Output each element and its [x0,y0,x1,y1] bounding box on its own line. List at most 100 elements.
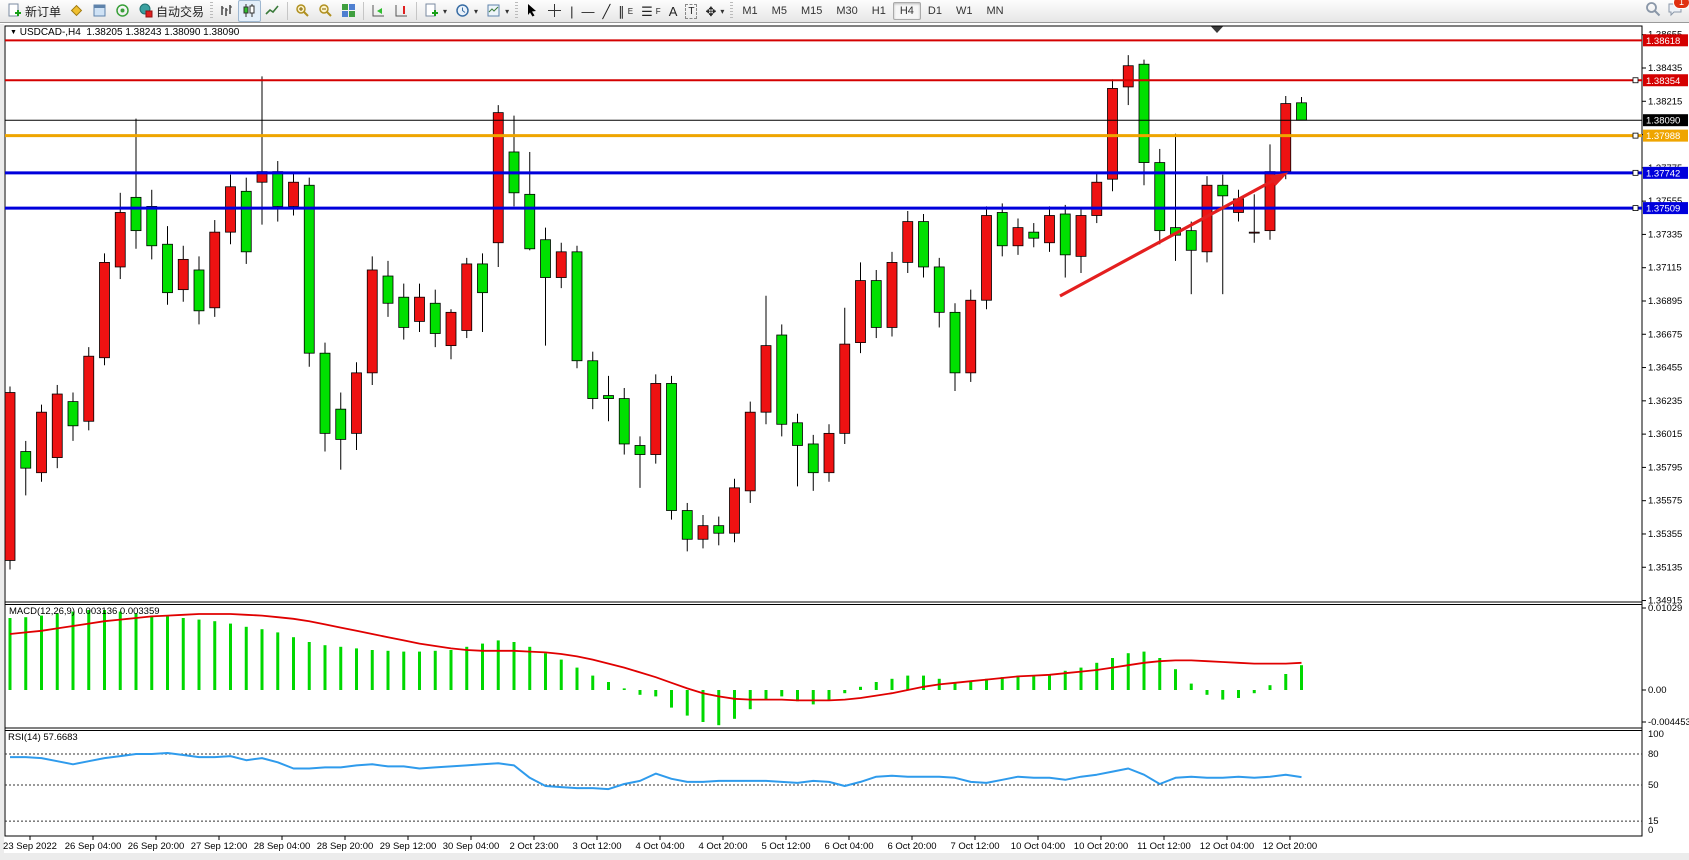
text-label-button[interactable]: T [681,0,701,22]
candle-up [446,312,456,345]
price-tick-label: 1.38215 [1648,96,1682,107]
date-label: 4 Oct 20:00 [698,841,747,852]
candle-up [761,346,771,413]
new-order-button[interactable]: 新订单 [3,0,65,22]
timeframe-mn-button[interactable]: MN [979,2,1010,20]
macd-tick-label: -0.004453 [1648,717,1689,728]
cursor-button[interactable] [520,0,543,22]
macd-histogram-bar [544,653,547,690]
price-tick-label: 1.36675 [1648,329,1682,340]
crosshair-button[interactable] [543,0,566,22]
macd-histogram-bar [513,642,516,690]
robot-icon [138,3,153,20]
macd-histogram-bar [969,682,972,690]
trendline-button[interactable]: ╱ [598,0,614,22]
hline-handle[interactable] [1633,206,1638,211]
auto-scroll-button[interactable] [367,0,390,22]
macd-histogram-bar [1048,674,1051,690]
tile-windows-button[interactable] [337,0,360,22]
timeframe-h1-button[interactable]: H1 [865,2,893,20]
candle-up [745,412,755,491]
candle-down [399,297,409,327]
date-label: 30 Sep 04:00 [443,841,500,852]
zoom-out-button[interactable] [314,0,337,22]
vertical-line-button[interactable]: | [566,0,577,22]
candle-up [824,433,834,472]
indicators-button[interactable] [65,0,88,22]
chart-shift-button[interactable] [390,0,413,22]
candle-down [1218,185,1228,196]
notifications-button[interactable]: 1 [1667,1,1683,22]
mag-plus-icon [295,3,310,20]
date-label: 11 Oct 12:00 [1137,841,1191,852]
periods-button[interactable]: ▾ [451,0,482,22]
equidistant-channel-button[interactable]: ∥E [614,0,637,22]
chevron-down-icon: ▾ [443,7,447,16]
doc-plus-icon [7,3,22,20]
chart-collapse-icon[interactable]: ▼ [10,29,17,36]
macd-histogram-bar [1174,669,1177,690]
candle-up [698,526,708,540]
timeframe-m5-button[interactable]: M5 [765,2,794,20]
new-chart-button[interactable]: ▾ [420,0,451,22]
toolbar-separator [363,2,364,20]
text-button[interactable]: A [665,0,682,22]
templates-button[interactable]: ▾ [482,0,513,22]
date-label: 3 Oct 12:00 [572,841,621,852]
macd-histogram-bar [1127,653,1130,690]
candle-down [1139,64,1149,162]
hline-handle[interactable] [1633,78,1638,83]
fibonacci-button[interactable]: ☰F [637,0,665,22]
timeframe-m30-button[interactable]: M30 [829,2,864,20]
candle-up [887,262,897,327]
line-chart-button[interactable] [261,0,284,22]
macd-histogram-bar [9,618,12,690]
signal-icon [115,3,130,20]
rsi-tick-label: 80 [1648,749,1659,760]
zoom-in-button[interactable] [291,0,314,22]
macd-histogram-bar [780,690,783,696]
shapes-icon: ✥ [705,5,716,18]
price-tick-label: 1.35795 [1648,462,1682,473]
date-label: 12 Oct 04:00 [1200,841,1254,852]
timeframe-w1-button[interactable]: W1 [949,2,980,20]
bar-chart-button[interactable] [215,0,238,22]
signals-button[interactable] [111,0,134,22]
macd-histogram-bar [812,690,815,704]
macd-histogram-bar [292,637,295,690]
macd-histogram-bar [1095,663,1098,690]
shapes-button[interactable]: ✥▾ [701,0,728,22]
equidistant-channel-icon: ∥ [618,5,625,18]
hline-handle[interactable] [1633,170,1638,175]
macd-histogram-bar [828,690,831,700]
candle-down [1029,232,1039,238]
macd-histogram-bar [859,687,862,690]
candle-up [1249,232,1259,233]
hline-handle[interactable] [1633,133,1638,138]
candle-down [383,276,393,303]
price-tag-label: 1.37742 [1646,168,1680,179]
price-tick-label: 1.35135 [1648,562,1682,573]
clock-icon [455,3,470,20]
search-icon[interactable] [1645,1,1661,22]
macd-histogram-bar [198,620,201,690]
timeframe-d1-button[interactable]: D1 [921,2,949,20]
horizontal-line-button[interactable]: — [577,0,598,22]
profiles-button[interactable] [88,0,111,22]
macd-histogram-bar [166,616,169,690]
timeframe-m15-button[interactable]: M15 [794,2,829,20]
text-icon: A [669,5,678,18]
cursor-icon [524,3,539,20]
date-label: 5 Oct 12:00 [761,841,810,852]
date-label: 2 Oct 23:00 [509,841,558,852]
candle-down [304,185,314,353]
candle-down [682,511,692,540]
candle-down [194,270,204,311]
candle-up [84,356,94,421]
autotrading-button[interactable]: 自动交易 [134,0,208,22]
timeframe-h4-button[interactable]: H4 [893,2,921,20]
candle-down [147,206,157,245]
candlestick-chart-button[interactable] [238,0,261,22]
timeframe-m1-button[interactable]: M1 [735,2,764,20]
candle-down [1060,214,1070,255]
